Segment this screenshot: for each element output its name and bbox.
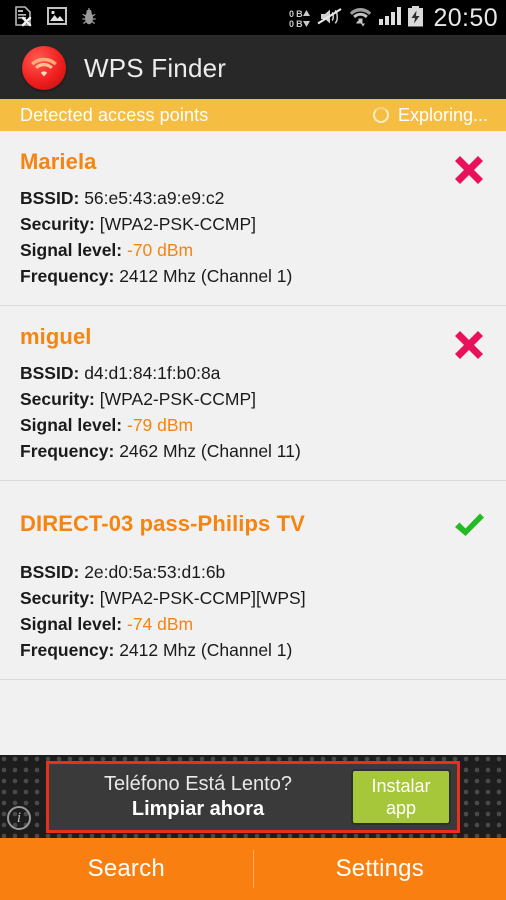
cell-signal-icon bbox=[378, 6, 402, 31]
ad-banner[interactable]: Teléfono Está Lento? Limpiar ahora Insta… bbox=[0, 755, 506, 838]
ad-install-button[interactable]: Instalar app bbox=[351, 768, 451, 825]
app-screen: 0 B 0 B 20:50 WPS Finder Detected access… bbox=[0, 0, 506, 900]
app-title: WPS Finder bbox=[84, 52, 227, 83]
access-point-signal: Signal level: -74 dBm bbox=[20, 611, 486, 637]
ad-text: Teléfono Está Lento? Limpiar ahora bbox=[49, 772, 351, 822]
access-point-signal: Signal level: -79 dBm bbox=[20, 412, 486, 438]
settings-button[interactable]: Settings bbox=[254, 838, 506, 900]
triangle-down-icon bbox=[303, 21, 311, 27]
status-bar-left-icons bbox=[14, 5, 97, 32]
sim-card-error-icon bbox=[14, 5, 33, 32]
access-point-ssid: DIRECT-03 pass-Philips TV bbox=[20, 511, 305, 536]
ad-frame[interactable]: Teléfono Está Lento? Limpiar ahora Insta… bbox=[46, 760, 460, 833]
image-icon bbox=[47, 7, 67, 30]
status-bar: 0 B 0 B 20:50 bbox=[0, 0, 506, 37]
signal-label: Signal level: bbox=[20, 415, 123, 435]
access-point-bssid: BSSID: 2e:d0:5a:53:d1:6b bbox=[20, 559, 486, 585]
access-point-row[interactable]: miguel BSSID: d4:d1:84:1f:b0:8a Security… bbox=[0, 306, 506, 481]
ad-cta-line1: Instalar bbox=[371, 775, 431, 796]
access-point-bssid: BSSID: d4:d1:84:1f:b0:8a bbox=[20, 360, 486, 386]
frequency-label: Frequency: bbox=[20, 640, 115, 660]
section-title: Detected access points bbox=[20, 104, 209, 125]
security-value: [WPA2-PSK-CCMP][WPS] bbox=[99, 588, 306, 608]
triangle-up-icon bbox=[303, 10, 311, 16]
battery-charging-icon bbox=[407, 5, 424, 32]
access-point-row[interactable]: DIRECT-03 pass-Philips TV BSSID: 2e:d0:5… bbox=[0, 481, 506, 680]
bssid-label: BSSID: bbox=[20, 188, 80, 208]
access-point-frequency: Frequency: 2462 Mhz (Channel 11) bbox=[20, 438, 486, 464]
app-header: WPS Finder bbox=[0, 37, 506, 99]
access-point-frequency: Frequency: 2412 Mhz (Channel 1) bbox=[20, 637, 486, 663]
bug-icon bbox=[81, 7, 97, 31]
status-bar-right-icons: 0 B 0 B 20:50 bbox=[289, 4, 498, 33]
bssid-label: BSSID: bbox=[20, 363, 80, 383]
access-point-ssid: Mariela bbox=[20, 149, 97, 174]
security-label: Security: bbox=[20, 389, 95, 409]
bssid-label: BSSID: bbox=[20, 562, 80, 582]
data-traffic-indicator: 0 B 0 B bbox=[289, 8, 311, 29]
bssid-value: 2e:d0:5a:53:d1:6b bbox=[84, 562, 226, 582]
status-bar-divider bbox=[0, 35, 506, 37]
access-point-row[interactable]: Mariela BSSID: 56:e5:43:a9:e9:c2 Securit… bbox=[0, 131, 506, 306]
access-point-list[interactable]: Mariela BSSID: 56:e5:43:a9:e9:c2 Securit… bbox=[0, 131, 506, 755]
bssid-value: d4:d1:84:1f:b0:8a bbox=[84, 363, 221, 383]
search-button[interactable]: Search bbox=[0, 838, 253, 900]
security-label: Security: bbox=[20, 588, 95, 608]
green-check-icon bbox=[452, 509, 486, 543]
ad-headline: Teléfono Está Lento? bbox=[104, 772, 292, 795]
access-point-ssid: miguel bbox=[20, 324, 92, 349]
frequency-value: 2412 Mhz (Channel 1) bbox=[119, 640, 293, 660]
mute-vibrate-icon bbox=[316, 6, 343, 32]
red-x-icon bbox=[452, 151, 486, 185]
frequency-label: Frequency: bbox=[20, 441, 115, 461]
signal-label: Signal level: bbox=[20, 614, 123, 634]
scan-status: Exploring... bbox=[372, 104, 488, 126]
frequency-value: 2412 Mhz (Channel 1) bbox=[119, 266, 293, 286]
red-x-icon bbox=[452, 326, 486, 360]
ad-cta-line2: app bbox=[385, 797, 417, 818]
ad-info-icon[interactable]: i bbox=[7, 806, 31, 830]
status-bar-clock: 20:50 bbox=[433, 4, 498, 32]
access-point-security: Security: [WPA2-PSK-CCMP] bbox=[20, 386, 486, 412]
traffic-down-value: 0 B bbox=[289, 18, 303, 29]
security-value: [WPA2-PSK-CCMP] bbox=[99, 389, 256, 409]
bssid-value: 56:e5:43:a9:e9:c2 bbox=[84, 188, 225, 208]
bottom-navigation: Search Settings bbox=[0, 838, 506, 900]
frequency-label: Frequency: bbox=[20, 266, 115, 286]
wifi-icon bbox=[349, 6, 372, 32]
signal-value: -79 dBm bbox=[127, 415, 194, 435]
security-label: Security: bbox=[20, 214, 95, 234]
access-point-security: Security: [WPA2-PSK-CCMP] bbox=[20, 211, 486, 237]
signal-label: Signal level: bbox=[20, 240, 123, 260]
security-value: [WPA2-PSK-CCMP] bbox=[99, 214, 256, 234]
wifi-logo-icon bbox=[22, 46, 66, 90]
access-point-signal: Signal level: -70 dBm bbox=[20, 237, 486, 263]
access-point-frequency: Frequency: 2412 Mhz (Channel 1) bbox=[20, 263, 486, 289]
loading-spinner-icon bbox=[372, 107, 389, 123]
section-header: Detected access points Exploring... bbox=[0, 99, 506, 131]
signal-value: -74 dBm bbox=[127, 614, 194, 634]
access-point-bssid: BSSID: 56:e5:43:a9:e9:c2 bbox=[20, 185, 486, 211]
traffic-up-value: 0 B bbox=[289, 8, 303, 19]
ad-subheadline: Limpiar ahora bbox=[131, 797, 265, 820]
frequency-value: 2462 Mhz (Channel 11) bbox=[119, 441, 301, 461]
signal-value: -70 dBm bbox=[127, 240, 194, 260]
access-point-security: Security: [WPA2-PSK-CCMP][WPS] bbox=[20, 585, 486, 611]
scan-status-label: Exploring... bbox=[397, 104, 488, 125]
